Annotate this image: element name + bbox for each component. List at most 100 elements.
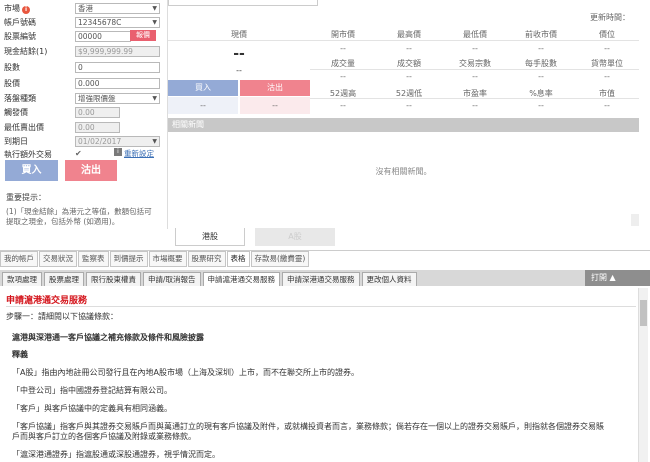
quote-buy-button[interactable]: 買入 <box>168 80 238 96</box>
tab-hk-stocks[interactable]: 港股 <box>175 228 245 246</box>
divider <box>6 306 636 307</box>
buy-button[interactable]: 買入 <box>5 160 58 181</box>
tab-report[interactable]: 申請/取消報告 <box>143 272 201 286</box>
quantity-input[interactable]: 0 <box>75 62 160 73</box>
price-change-value: -- <box>236 66 242 75</box>
nav-pps[interactable]: 存款易(繳費靈) <box>250 251 310 267</box>
doc-section: 釋義 <box>12 350 28 359</box>
header-low: 最低價 <box>463 30 487 39</box>
ask-value: -- <box>272 101 278 110</box>
market-cap-value: -- <box>604 101 610 110</box>
trigger-price-input[interactable]: 0.00 <box>75 107 120 118</box>
cash-balance-field: $9,999,999.99 <box>75 46 160 57</box>
tab-fund-handling[interactable]: 款項處理 <box>2 272 42 286</box>
nav-watchlist[interactable]: 監察表 <box>78 251 109 267</box>
agreement-document: 申請滬港通交易服務 步驟一：請細閱以下協議條款： 滬港與深港通一客戶協議之補充條… <box>0 286 650 462</box>
price-row: 股價 0.000 <box>4 77 160 90</box>
nav-price-alert[interactable]: 到價提示 <box>109 251 148 267</box>
volume-value: -- <box>340 72 346 81</box>
expiry-label: 到期日 <box>4 137 28 146</box>
qty-label: 股數 <box>4 63 20 72</box>
divider <box>310 98 639 99</box>
reset-icon[interactable]: i <box>114 148 122 156</box>
main-nav: 我的帳戶 交易狀況 監察表 到價提示 市場概要 股票研究 表格 存款易(繳費靈) <box>0 250 650 267</box>
account-row: 帳戶號碼 12345678C <box>4 16 160 29</box>
high-value: -- <box>406 44 412 53</box>
lot-size-value: -- <box>538 72 544 81</box>
tab-a-shares[interactable]: A股 <box>255 228 335 246</box>
header-last-price: 現價 <box>231 30 247 39</box>
max-price-input[interactable]: 0.00 <box>75 122 120 133</box>
header-spread: 價位 <box>599 30 615 39</box>
order-form: 市場i 香港 帳戶號碼 12345678C 股票編號 00000 報價 現金結餘… <box>0 0 165 246</box>
open-toggle-button[interactable]: 打開 ▲ <box>585 270 650 286</box>
scrollbar[interactable] <box>631 214 639 226</box>
expiry-select[interactable]: 01/02/2017 <box>75 136 160 147</box>
sell-button[interactable]: 沽出 <box>65 160 117 181</box>
prev-close-value: -- <box>538 44 544 53</box>
nav-trade-status[interactable]: 交易狀況 <box>39 251 77 267</box>
nav-research[interactable]: 股票研究 <box>187 251 226 267</box>
ask-price-cell: -- <box>240 97 310 114</box>
pe-value: -- <box>472 101 478 110</box>
header-lot-size: 每手股數 <box>525 59 557 68</box>
header-volume: 成交量 <box>331 59 355 68</box>
order-type-select[interactable]: 增強限價盤 <box>75 93 160 104</box>
offhours-checkbox[interactable]: ✔ <box>75 149 82 158</box>
52w-low-value: -- <box>406 101 412 110</box>
price-input[interactable]: 0.000 <box>75 78 160 89</box>
info-icon[interactable]: i <box>22 6 30 14</box>
notes-text: (1)「現金結餘」為港元之等值，數額包括可提取之現金，包括外幣 (如適用)。 <box>6 207 152 226</box>
trigger-label: 觸發價 <box>4 108 28 117</box>
currency-value: -- <box>604 72 610 81</box>
bid-value: -- <box>200 101 206 110</box>
reset-link[interactable]: 重新設定 <box>124 148 154 159</box>
price-label: 股價 <box>4 79 20 88</box>
doc-scroll-thumb[interactable] <box>640 300 647 326</box>
stock-search-box[interactable] <box>168 0 318 6</box>
spread-value: -- <box>604 44 610 53</box>
quote-button[interactable]: 報價 <box>130 30 156 41</box>
tab-szhk-connect[interactable]: 申請深港通交易服務 <box>282 272 360 286</box>
max-price-row: 最低賣出價 0.00 <box>4 121 160 134</box>
header-turnover: 成交額 <box>397 59 421 68</box>
nav-market-summary[interactable]: 市場概要 <box>148 251 187 267</box>
turnover-value: -- <box>406 72 412 81</box>
header-trades: 交易宗數 <box>459 59 491 68</box>
news-empty-message: 沒有相關新聞。 <box>375 167 432 176</box>
market-label: 市場 <box>4 4 20 13</box>
tab-personal-info[interactable]: 更改個人資料 <box>361 272 417 286</box>
doc-para: 「中登公司」指中國證券登記結算有限公司。 <box>12 386 172 395</box>
bid-price-cell: -- <box>168 97 238 114</box>
sub-nav: 款項處理 股票處理 限行股東權責 申請/取消報告 申請滬港通交易服務 申請深港通… <box>0 270 650 286</box>
account-select[interactable]: 12345678C <box>75 17 160 28</box>
header-prev-close: 前收市價 <box>525 30 557 39</box>
offhours-label: 執行額外交易 <box>4 150 52 159</box>
doc-para: 「客戶協議」指客戶與其證券交易賬戶而與萬通訂立的現有客戶協議及附件，或就構投資者… <box>12 422 604 431</box>
low-value: -- <box>472 44 478 53</box>
doc-para: 「滬深港通證券」指滬股通或深股通證券，視乎情況而定。 <box>12 450 220 459</box>
doc-para: 「客戶」與客戶協議中的定義具有相同涵義。 <box>12 404 172 413</box>
quote-panel: 更新時間： 現價 開市價 最高價 最低價 前收市價 價位 -- -- -- --… <box>167 0 640 229</box>
nav-my-account[interactable]: 我的帳戶 <box>0 251 38 267</box>
divider <box>310 69 639 70</box>
nav-forms[interactable]: 表格 <box>226 251 250 267</box>
header-currency: 貨幣單位 <box>591 59 623 68</box>
stock-code-input[interactable]: 00000 <box>75 31 131 42</box>
expiry-row: 到期日 01/02/2017 <box>4 135 160 148</box>
order-type-row: 落盤種類 增強限價盤 <box>4 92 160 105</box>
tab-stock-handling[interactable]: 股票處理 <box>44 272 84 286</box>
tab-shhk-connect[interactable]: 申請滬港通交易服務 <box>202 272 281 286</box>
tab-corporate-action[interactable]: 限行股東權責 <box>86 272 141 286</box>
qty-row: 股數 0 <box>4 61 160 74</box>
quote-sell-button[interactable]: 沽出 <box>240 80 310 96</box>
order-type-label: 落盤種類 <box>4 94 36 103</box>
market-select[interactable]: 香港 <box>75 3 160 14</box>
trades-value: -- <box>472 72 478 81</box>
doc-title: 申請滬港通交易服務 <box>6 296 88 306</box>
trading-app: 市場i 香港 帳戶號碼 12345678C 股票編號 00000 報價 現金結餘… <box>0 0 650 462</box>
header-open: 開市價 <box>331 30 355 39</box>
trigger-row: 觸發價 0.00 <box>4 106 160 119</box>
market-row: 市場 i 香港 <box>4 2 160 15</box>
cash-label: 現金結餘(1) <box>4 47 48 56</box>
